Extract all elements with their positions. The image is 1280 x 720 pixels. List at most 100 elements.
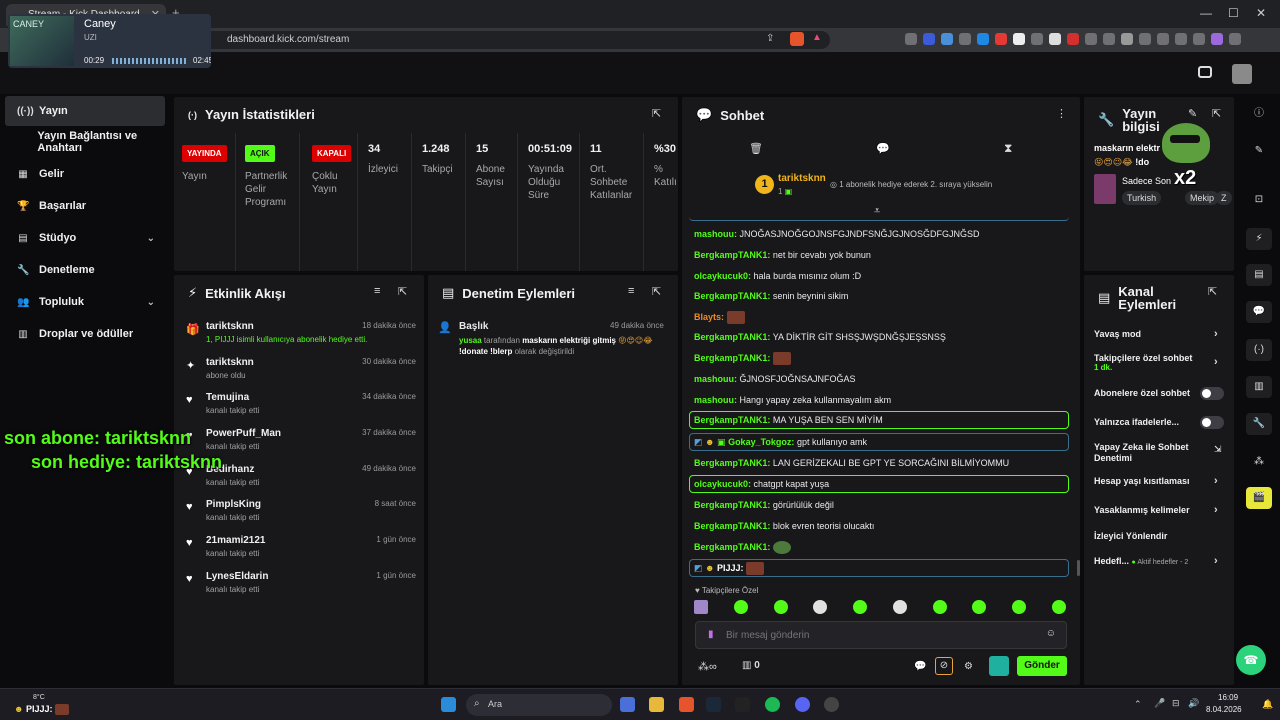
kick-bot-icon[interactable] — [989, 656, 1009, 676]
wallet-icon[interactable] — [1157, 33, 1169, 45]
extension-icon[interactable] — [1067, 33, 1079, 45]
wrench-icon[interactable]: 🔧 — [1246, 413, 1272, 435]
vpn-icon[interactable] — [1193, 33, 1205, 45]
emote[interactable] — [1051, 600, 1066, 614]
kebab-menu-icon[interactable]: ⋮ — [1056, 107, 1067, 120]
windows-start-icon[interactable] — [441, 697, 456, 712]
brave-shield-icon[interactable] — [790, 32, 804, 46]
sidebar-item-droplar[interactable]: ▥ Droplar ve ödüller — [5, 319, 165, 349]
maximize-icon[interactable]: ☐ — [1228, 6, 1239, 20]
emote[interactable] — [694, 600, 708, 614]
community-icon[interactable]: ⁂ — [1246, 451, 1272, 473]
emote[interactable] — [773, 600, 788, 614]
avatar[interactable] — [1232, 64, 1252, 84]
preview-icon[interactable] — [1198, 66, 1212, 78]
trash-icon[interactable]: 🗑 — [749, 142, 763, 155]
mic-icon[interactable]: 🎤 — [1154, 698, 1165, 709]
emote[interactable] — [853, 600, 868, 614]
support-icon[interactable]: ☎ — [1236, 645, 1266, 675]
extension-icon[interactable] — [1085, 33, 1097, 45]
channel-action-emotes-only[interactable]: Yalnızca ifadelerle... — [1094, 417, 1179, 427]
profile-icon[interactable] — [1211, 33, 1223, 45]
spotify-icon[interactable] — [765, 697, 780, 712]
tray-chevron-icon[interactable]: ⌃ — [1134, 699, 1142, 710]
extension-icon[interactable] — [959, 33, 971, 45]
channel-action-banned-words[interactable]: Yasaklanmış kelimeler › — [1094, 504, 1218, 516]
pencil-icon[interactable]: ✎ — [1188, 107, 1197, 120]
channel-points-icon[interactable]: ⁂∞ — [698, 660, 717, 673]
rewards-icon[interactable]: ▲ — [812, 32, 822, 43]
share-icon[interactable]: ⇪ — [766, 33, 774, 44]
mute-icon[interactable]: ⊘ — [935, 657, 953, 675]
menu-icon[interactable] — [1229, 33, 1241, 45]
popout-icon[interactable]: ⇱ — [652, 107, 661, 120]
brave-icon[interactable] — [679, 697, 694, 712]
sidebar-item-yayin[interactable]: ((·)) Yayın — [5, 96, 165, 126]
emote[interactable] — [733, 600, 748, 614]
obs-icon[interactable] — [824, 697, 839, 712]
lightning-icon[interactable]: ⚡ — [1246, 228, 1272, 250]
hourglass-icon[interactable]: ⧗ — [1004, 141, 1012, 156]
leo-icon[interactable] — [1175, 33, 1187, 45]
channel-action-followers-only[interactable]: Takipçilere özel sohbet › 1 dk. — [1094, 353, 1218, 372]
sidebar-item-stream-key[interactable]: Yayın Bağlantısı ve Anahtarı — [5, 127, 165, 157]
sidebar-item-topluluk[interactable]: 👥 Topluluk ⌄ — [5, 287, 165, 317]
url-input[interactable]: dashboard.kick.com/stream — [200, 31, 830, 49]
channel-action-ai-moderation[interactable]: Yapay Zeka ile Sohbet Denetimi ⇲ — [1094, 442, 1222, 464]
file-explorer-icon[interactable] — [649, 697, 664, 712]
extension-icon[interactable] — [941, 33, 953, 45]
sidebar-item-denetleme[interactable]: 🔧 Denetleme — [5, 255, 165, 285]
list-icon[interactable]: ▥ — [1246, 376, 1272, 398]
filter-icon[interactable]: ≡ — [628, 285, 634, 297]
broadcast-icon[interactable]: (·) — [1246, 339, 1272, 361]
chat-input-box[interactable]: ▮ ☺ — [695, 621, 1067, 649]
channel-action-account-age[interactable]: Hesap yaşı kısıtlaması › — [1094, 475, 1218, 487]
settings-gear-icon[interactable]: ⚙ — [964, 661, 973, 672]
extension-icon[interactable] — [1049, 33, 1061, 45]
sidebar-item-gelir[interactable]: ▦ Gelir — [5, 159, 165, 189]
chat-scrollbar[interactable] — [1077, 560, 1080, 576]
emote[interactable] — [813, 600, 828, 614]
sidebar-item-studyo[interactable]: ▤ Stüdyo ⌄ — [5, 223, 165, 253]
clapper-icon[interactable]: 🎬 — [1246, 487, 1272, 509]
volume-icon[interactable]: 🔊 — [1188, 698, 1199, 709]
clipboard-icon[interactable]: ▤ — [1246, 264, 1272, 286]
epic-games-icon[interactable] — [735, 697, 750, 712]
minimize-icon[interactable]: — — [1200, 6, 1212, 20]
chat-bubble-icon[interactable]: 💬 — [1246, 301, 1272, 323]
notifications-icon[interactable]: 🔔 — [1262, 699, 1273, 710]
popout-icon[interactable]: ⇱ — [1212, 107, 1221, 120]
info-icon[interactable]: ⓘ — [1246, 103, 1272, 125]
extension-icon[interactable] — [923, 33, 935, 45]
extension-icon[interactable] — [1013, 33, 1025, 45]
extension-icon[interactable] — [905, 33, 917, 45]
steam-icon[interactable] — [706, 697, 721, 712]
subs-only-toggle[interactable] — [1200, 387, 1224, 400]
channel-action-slow-mode[interactable]: Yavaş mod › — [1094, 328, 1218, 340]
emote[interactable] — [932, 600, 947, 614]
filter-icon[interactable]: ≡ — [374, 285, 380, 297]
crop-icon[interactable]: ⊡ — [1246, 189, 1272, 211]
extension-icon[interactable] — [1031, 33, 1043, 45]
emote[interactable] — [892, 600, 907, 614]
extension-icon[interactable] — [1121, 33, 1133, 45]
popout-icon[interactable]: ⇱ — [652, 285, 661, 298]
mic-icon[interactable]: ▮ — [708, 629, 714, 640]
popout-icon[interactable]: ⇱ — [398, 285, 407, 298]
chat-bubble-icon[interactable]: 💬 — [876, 142, 890, 155]
track-waveform[interactable] — [112, 58, 188, 64]
widgets-icon[interactable] — [620, 697, 635, 712]
popout-icon[interactable]: ⇱ — [1208, 285, 1217, 298]
channel-action-subs-only[interactable]: Abonelere özel sohbet — [1094, 388, 1190, 398]
taskbar-search[interactable]: ⌕ Ara — [466, 694, 612, 716]
sidebar-toggle-icon[interactable] — [1139, 33, 1151, 45]
sidebar-item-basarilar[interactable]: 🏆 Başarılar — [5, 191, 165, 221]
media-player-popup[interactable]: CANEY Caney UZI 00:29 02:45 — [8, 14, 211, 68]
channel-action-raid[interactable]: İzleyici Yönlendir — [1094, 531, 1167, 541]
chat-bubble-icon[interactable]: 💬 — [914, 661, 926, 672]
network-icon[interactable]: ⊟ — [1172, 698, 1180, 709]
send-button[interactable]: Gönder — [1017, 656, 1067, 676]
extension-icon[interactable] — [977, 33, 989, 45]
extension-icon[interactable] — [1103, 33, 1115, 45]
emotes-only-toggle[interactable] — [1200, 416, 1224, 429]
